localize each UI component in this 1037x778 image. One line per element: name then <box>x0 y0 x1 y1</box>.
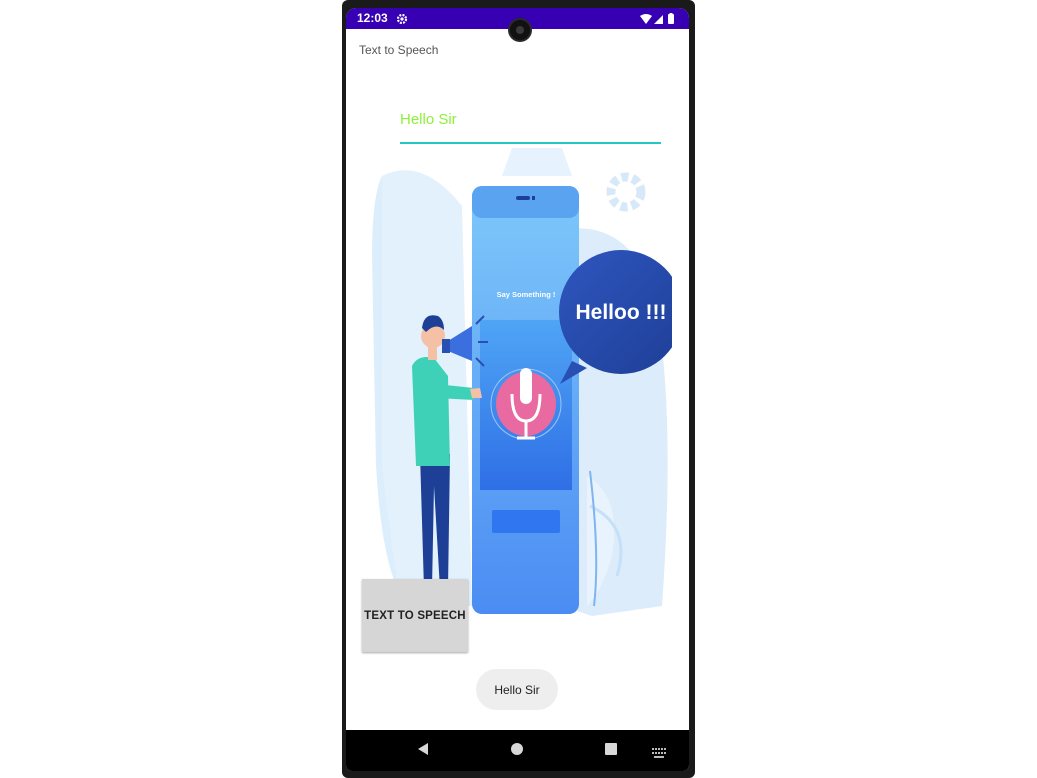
front-camera <box>508 18 532 42</box>
gear-icon <box>606 172 646 212</box>
battery-icon <box>668 13 674 24</box>
wifi-icon <box>640 14 652 24</box>
keyboard-icon[interactable] <box>652 745 666 763</box>
home-button[interactable] <box>510 742 524 761</box>
settings-icon <box>396 12 408 30</box>
text-to-speech-button[interactable]: TEXT TO SPEECH <box>362 579 468 652</box>
home-icon <box>511 743 523 755</box>
bubble-text: Helloo !!! <box>576 301 667 324</box>
signal-icon <box>654 15 663 24</box>
back-button[interactable] <box>416 742 430 761</box>
status-time: 12:03 <box>357 11 388 25</box>
toast-message: Hello Sir <box>476 669 558 710</box>
recents-button[interactable] <box>604 742 618 761</box>
illustration-image: Say Something ! Helloo !!! <box>372 148 672 616</box>
app-title: Text to Speech <box>359 43 439 57</box>
navigation-bar <box>346 730 689 771</box>
recents-icon <box>605 743 617 755</box>
phone-caption: Say Something ! <box>497 290 556 299</box>
status-icons <box>639 12 679 30</box>
device-screen: 12:03 Text to Speech Hello Sir Say Somet… <box>346 8 689 771</box>
back-icon <box>418 743 428 755</box>
